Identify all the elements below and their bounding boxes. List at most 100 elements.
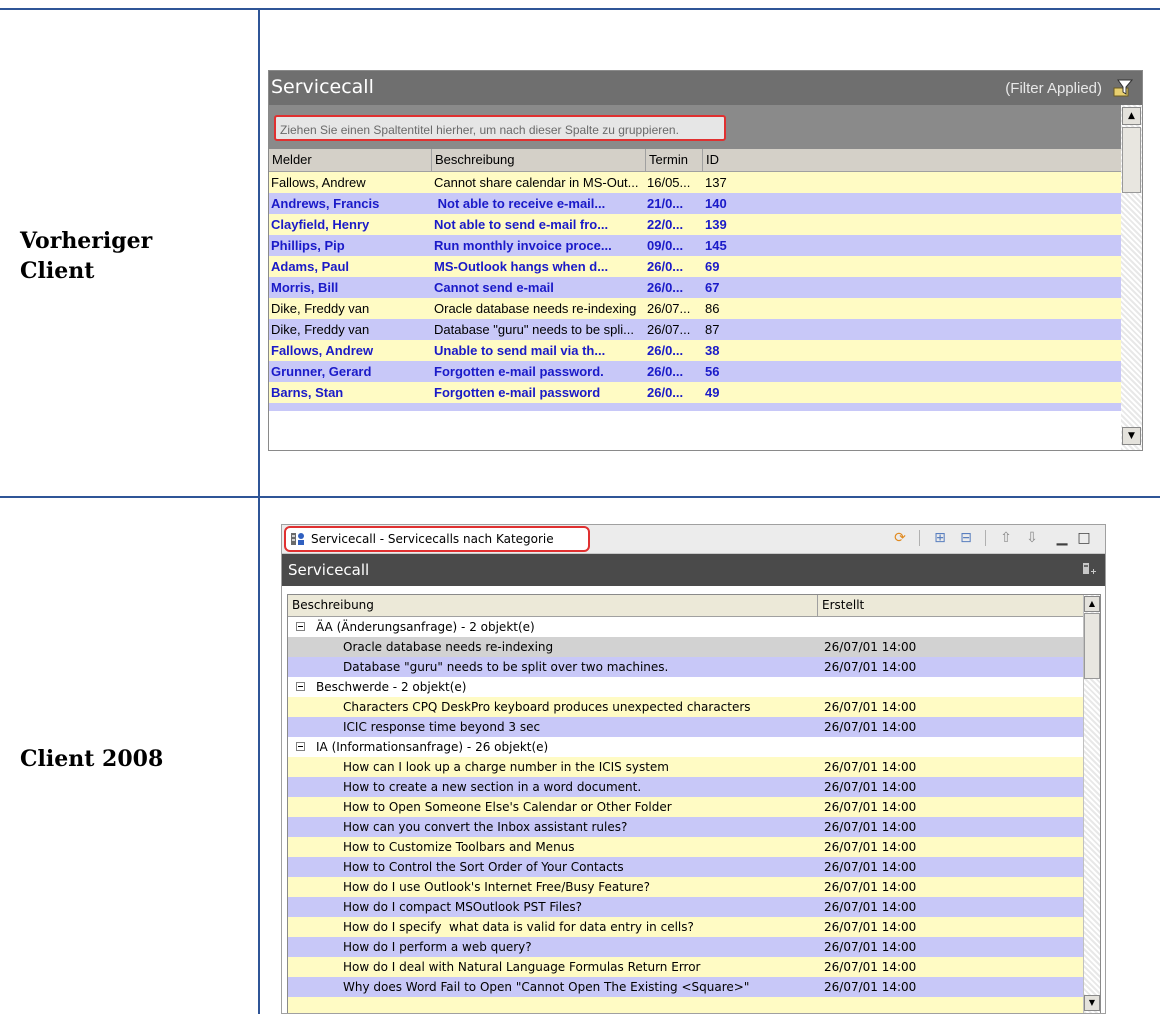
item-created: 26/07/01 14:00 — [824, 640, 917, 654]
list-item[interactable]: How to Customize Toolbars and Menus 26/0… — [288, 837, 1085, 857]
old-grid: Ziehen Sie einen Spaltentitel hierher, u… — [269, 105, 1121, 450]
view-options-icon[interactable] — [1081, 562, 1097, 578]
item-description: Why does Word Fail to Open "Cannot Open … — [343, 980, 750, 994]
table-row[interactable]: Morris, Bill Cannot send e-mail 26/0... … — [269, 277, 1121, 298]
tab-servicecall[interactable]: Servicecall - Servicecalls nach Kategori… — [284, 526, 590, 552]
list-item[interactable]: How do I perform a web query? 26/07/01 1… — [288, 937, 1085, 957]
old-vertical-scrollbar[interactable]: ▲ ▼ — [1121, 105, 1142, 450]
collapse-group-icon[interactable] — [296, 682, 305, 691]
group-label: ÄA (Änderungsanfrage) - 2 objekt(e) — [316, 620, 535, 634]
list-item[interactable]: How do I compact MSOutlook PST Files? 26… — [288, 897, 1085, 917]
cell-id: 86 — [705, 301, 720, 316]
item-created: 26/07/01 14:00 — [824, 760, 917, 774]
cell-melder: Adams, Paul — [271, 259, 350, 274]
list-item[interactable]: Database "guru" needs to be split over t… — [288, 657, 1085, 677]
column-divider-bottom — [258, 496, 260, 1014]
old-title: Servicecall — [271, 76, 374, 98]
table-row[interactable]: Fallows, Andrew Unable to send mail via … — [269, 340, 1121, 361]
maximize-icon[interactable]: □ — [1075, 529, 1093, 547]
group-row[interactable]: Beschwerde - 2 objekt(e) — [288, 677, 1085, 697]
item-created: 26/07/01 14:00 — [824, 820, 917, 834]
cell-beschreibung: Not able to send e-mail fro... — [434, 217, 609, 232]
refresh-icon[interactable]: ⟳ — [891, 529, 909, 547]
new-scroll-thumb[interactable] — [1084, 613, 1100, 679]
item-created: 26/07/01 14:00 — [824, 720, 917, 734]
table-row-partial[interactable] — [269, 403, 1121, 411]
table-row[interactable]: Clayfield, Henry Not able to send e-mail… — [269, 214, 1121, 235]
toolbar-separator — [985, 530, 986, 546]
item-created: 26/07/01 14:00 — [824, 940, 917, 954]
new-column-header: Beschreibung Erstellt — [288, 595, 1085, 617]
old-scroll-up-icon[interactable]: ▲ — [1122, 107, 1141, 125]
list-item[interactable]: How can I look up a charge number in the… — [288, 757, 1085, 777]
cell-id: 137 — [705, 175, 727, 190]
list-item[interactable]: How to Open Someone Else's Calendar or O… — [288, 797, 1085, 817]
table-row[interactable]: Dike, Freddy van Oracle database needs r… — [269, 298, 1121, 319]
list-item[interactable]: Why does Word Fail to Open "Cannot Open … — [288, 977, 1085, 997]
move-down-icon[interactable]: ⇩ — [1023, 529, 1041, 547]
list-item[interactable]: How do I use Outlook's Internet Free/Bus… — [288, 877, 1085, 897]
col-erstellt[interactable]: Erstellt — [818, 595, 1085, 616]
col-beschreibung[interactable]: Beschreibung — [432, 149, 646, 171]
new-vertical-scrollbar[interactable]: ▲ ▼ — [1083, 595, 1100, 1013]
item-created: 26/07/01 14:00 — [824, 980, 917, 994]
table-row[interactable]: Barns, Stan Forgotten e-mail password 26… — [269, 382, 1121, 403]
new-scroll-down-icon[interactable]: ▼ — [1084, 995, 1100, 1011]
list-item[interactable]: How can you convert the Inbox assistant … — [288, 817, 1085, 837]
cell-termin: 22/0... — [647, 217, 684, 232]
table-row[interactable]: Grunner, Gerard Forgotten e-mail passwor… — [269, 361, 1121, 382]
old-client-label-line1: Vorheriger — [20, 228, 153, 254]
group-by-area[interactable]: Ziehen Sie einen Spaltentitel hierher, u… — [269, 105, 1121, 149]
table-row[interactable]: Phillips, Pip Run monthly invoice proce.… — [269, 235, 1121, 256]
middle-rule — [0, 496, 1160, 498]
col-id[interactable]: ID — [703, 149, 1121, 171]
group-label: IA (Informationsanfrage) - 26 objekt(e) — [316, 740, 549, 754]
move-up-icon[interactable]: ⇧ — [997, 529, 1015, 547]
list-item[interactable]: How do I deal with Natural Language Form… — [288, 957, 1085, 977]
table-row[interactable]: Adams, Paul MS-Outlook hangs when d... 2… — [269, 256, 1121, 277]
cell-id: 56 — [705, 364, 720, 379]
item-description: How do I use Outlook's Internet Free/Bus… — [343, 880, 650, 894]
item-created: 26/07/01 14:00 — [824, 920, 917, 934]
collapse-group-icon[interactable] — [296, 622, 305, 631]
new-tab-bar: Servicecall - Servicecalls nach Kategori… — [282, 525, 1105, 554]
cell-termin: 21/0... — [647, 196, 684, 211]
list-item[interactable]: How to create a new section in a word do… — [288, 777, 1085, 797]
cell-melder: Dike, Freddy van — [271, 322, 370, 337]
cell-beschreibung: Not able to receive e-mail... — [434, 196, 606, 211]
table-row[interactable]: Andrews, Francis Not able to receive e-m… — [269, 193, 1121, 214]
group-row[interactable]: ÄA (Änderungsanfrage) - 2 objekt(e) — [288, 617, 1085, 637]
item-created: 26/07/01 14:00 — [824, 900, 917, 914]
new-scroll-up-icon[interactable]: ▲ — [1084, 596, 1100, 612]
minimize-icon[interactable]: ▁ — [1053, 529, 1071, 547]
table-row[interactable]: Fallows, Andrew Cannot share calendar in… — [269, 172, 1121, 193]
list-item[interactable]: ICIC response time beyond 3 sec 26/07/01… — [288, 717, 1085, 737]
item-description: How do I compact MSOutlook PST Files? — [343, 900, 583, 914]
collapse-all-icon[interactable]: ⊟ — [957, 529, 975, 547]
old-scroll-thumb[interactable] — [1122, 127, 1141, 193]
list-item[interactable]: How do I specify what data is valid for … — [288, 917, 1085, 937]
item-description: Characters CPQ DeskPro keyboard produces… — [343, 700, 751, 714]
cell-beschreibung: MS-Outlook hangs when d... — [434, 259, 609, 274]
list-item-partial[interactable] — [288, 997, 1085, 1013]
group-label: Beschwerde - 2 objekt(e) — [316, 680, 467, 694]
col-termin[interactable]: Termin — [646, 149, 703, 171]
expand-all-icon[interactable]: ⊞ — [931, 529, 949, 547]
list-item[interactable]: Characters CPQ DeskPro keyboard produces… — [288, 697, 1085, 717]
table-row[interactable]: Dike, Freddy van Database "guru" needs t… — [269, 319, 1121, 340]
col-beschreibung[interactable]: Beschreibung — [288, 595, 818, 616]
old-scroll-down-icon[interactable]: ▼ — [1122, 427, 1141, 445]
item-created: 26/07/01 14:00 — [824, 800, 917, 814]
cell-id: 38 — [705, 343, 720, 358]
item-created: 26/07/01 14:00 — [824, 780, 917, 794]
group-row[interactable]: IA (Informationsanfrage) - 26 objekt(e) — [288, 737, 1085, 757]
col-melder[interactable]: Melder — [269, 149, 432, 171]
list-item[interactable]: Oracle database needs re-indexing 26/07/… — [288, 637, 1085, 657]
toolbar-separator — [919, 530, 920, 546]
filter-icon[interactable] — [1112, 78, 1134, 98]
old-client-label-line2: Client — [20, 258, 95, 284]
cell-id: 69 — [705, 259, 720, 274]
collapse-group-icon[interactable] — [296, 742, 305, 751]
list-item[interactable]: How to Control the Sort Order of Your Co… — [288, 857, 1085, 877]
item-description: How do I deal with Natural Language Form… — [343, 960, 701, 974]
